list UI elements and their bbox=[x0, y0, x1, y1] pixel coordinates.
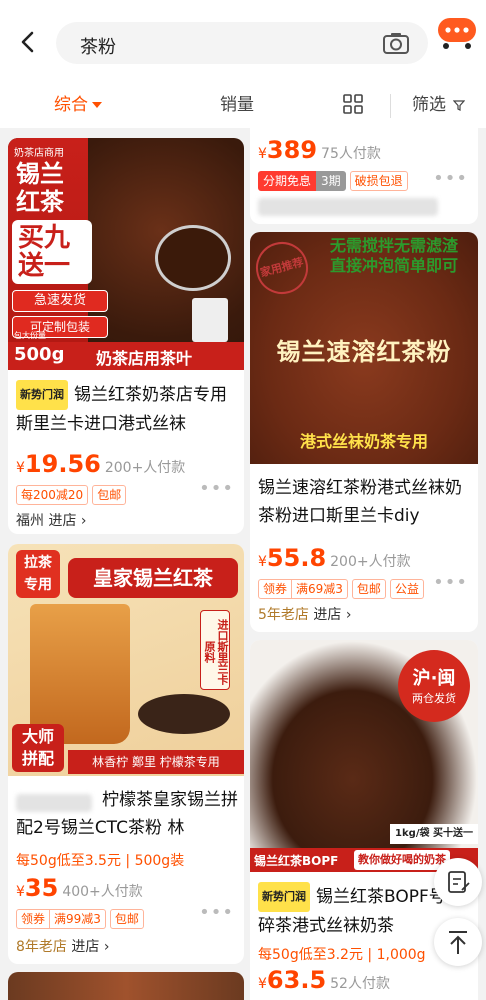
product-image-1[interactable]: 奶茶店商用 锡兰 红茶 买九 送一 急速发货 可定制包装 500g 奶茶店用茶叶 包… bbox=[8, 138, 244, 370]
back-to-top-button[interactable] bbox=[434, 918, 482, 966]
shop-link[interactable]: 福州 进店 › bbox=[16, 510, 87, 530]
edit-button[interactable] bbox=[434, 858, 482, 906]
unit-price-info: 每50g低至3.5元 | 500g装 bbox=[16, 853, 185, 869]
promo-badges: 领券 满69减3 包邮 公益 bbox=[258, 578, 428, 599]
product-title[interactable]: 新势门润 锡兰红茶奶茶店专用斯里兰卡进口港式丝袜 bbox=[16, 380, 238, 438]
more-options-icon[interactable]: ••• bbox=[433, 572, 468, 593]
spoon-graphic bbox=[158, 228, 228, 288]
tab-sales[interactable]: 销量 bbox=[220, 90, 254, 120]
tea-powder-bowl bbox=[138, 694, 230, 734]
shop-link[interactable]: 5年老店 进店 › bbox=[258, 604, 351, 624]
promo-badges: 领券 满99减3 包邮 bbox=[16, 908, 148, 929]
product-card-2[interactable]: ¥389 75人付款 分期免息 3期 破损包退 ••• bbox=[250, 128, 478, 224]
product-image-5[interactable]: 沪·闽 两仓发货 1kg/袋 买十送一 锡兰红茶BOPF 教你做好喝的奶茶 bbox=[250, 640, 478, 872]
promo-badges: 分期免息 3期 破损包退 bbox=[258, 170, 412, 191]
search-input[interactable]: 茶粉 bbox=[56, 22, 428, 64]
product-card-1[interactable]: 奶茶店商用 锡兰 红茶 买九 送一 急速发货 可定制包装 500g 奶茶店用茶叶 包… bbox=[8, 138, 244, 534]
tab-divider bbox=[390, 94, 391, 118]
grid-view-icon[interactable] bbox=[342, 93, 364, 115]
tab-comprehensive[interactable]: 综合 bbox=[54, 90, 102, 120]
price-row: ¥63.5 52人付款 bbox=[258, 966, 390, 994]
product-card-3[interactable]: 无需搅拌无需滤渣 直接冲泡简单即可 家用推荐 锡兰速溶红茶粉 港式丝袜奶茶专用 锡… bbox=[250, 232, 478, 632]
product-card-4[interactable]: 皇家锡兰红茶 拉茶 专用 进口斯里兰卡原料 大师 拼配 林香柠 鄭里 柠檬茶专用 柠… bbox=[8, 544, 244, 964]
price-row: ¥35 400+人付款 bbox=[16, 874, 143, 902]
tab-filter[interactable]: 筛选 bbox=[412, 90, 466, 120]
search-header: 茶粉 bbox=[0, 0, 486, 84]
product-title[interactable]: 锡兰速溶红茶粉港式丝袜奶茶粉进口斯里兰卡diy bbox=[258, 474, 472, 530]
shop-link[interactable]: 8年老店 进店 › bbox=[16, 936, 109, 956]
recommend-stamp: 家用推荐 bbox=[250, 236, 314, 300]
dropdown-arrow-icon bbox=[92, 102, 102, 108]
price-row: ¥389 75人付款 bbox=[258, 136, 381, 164]
more-options-icon[interactable]: ••• bbox=[199, 902, 234, 923]
promo-badges: 每200减20 包邮 bbox=[16, 484, 130, 505]
lemon-tea-cup bbox=[30, 604, 130, 744]
sort-tabs: 综合 销量 筛选 bbox=[0, 84, 486, 128]
camera-icon[interactable] bbox=[382, 31, 410, 55]
filter-icon bbox=[453, 100, 466, 111]
product-card-6[interactable] bbox=[8, 972, 244, 1000]
product-title[interactable]: 柠檬茶皇家锡兰拼配2号锡兰CTC茶粉 林 bbox=[16, 786, 238, 842]
price-row: ¥55.8 200+人付款 bbox=[258, 544, 411, 572]
edit-icon bbox=[448, 871, 470, 893]
price-row: ¥19.56 200+人付款 bbox=[16, 450, 186, 478]
blurred-shop-info bbox=[258, 198, 438, 216]
product-image-3[interactable]: 无需搅拌无需滤渣 直接冲泡简单即可 家用推荐 锡兰速溶红茶粉 港式丝袜奶茶专用 bbox=[250, 232, 478, 464]
search-query: 茶粉 bbox=[80, 37, 116, 58]
more-menu-icon[interactable] bbox=[436, 16, 478, 50]
more-options-icon[interactable]: ••• bbox=[433, 168, 468, 189]
unit-price-info: 每50g低至3.2元 | 1,000g bbox=[258, 947, 426, 963]
product-image-4[interactable]: 皇家锡兰红茶 拉茶 专用 进口斯里兰卡原料 大师 拼配 林香柠 鄭里 柠檬茶专用 bbox=[8, 544, 244, 776]
arrow-up-icon bbox=[449, 931, 467, 954]
back-arrow-icon[interactable] bbox=[14, 28, 42, 56]
more-options-icon[interactable]: ••• bbox=[199, 478, 234, 499]
